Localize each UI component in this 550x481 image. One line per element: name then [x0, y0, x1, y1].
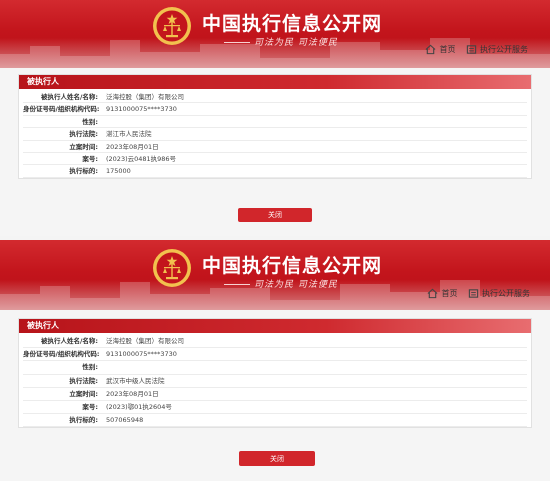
row-label: 案号: — [82, 154, 98, 163]
table-row: 被执行人姓名/名称: 泛海控股（集团）有限公司 — [23, 335, 527, 349]
nav-service-label: 执行公开服务 — [482, 289, 530, 298]
table-row: 案号: (2023)云0481执986号 — [23, 153, 527, 166]
row-value: 2023年08月01日 — [106, 389, 159, 398]
row-value: (2023)鄂01执2604号 — [106, 402, 172, 411]
site-header: 中国执行信息公开网 司法为民 司法便民 首页 执行公开服务 — [0, 240, 550, 310]
site-title: 中国执行信息公开网 — [202, 13, 383, 35]
row-value: 9131000075****3730 — [106, 350, 177, 359]
row-label: 案号: — [82, 402, 98, 411]
top-nav: 首页 执行公开服务 — [419, 288, 530, 301]
screen-bottom: 中国执行信息公开网 司法为民 司法便民 首页 执行公开服务 被执行人 被执行人姓… — [0, 240, 550, 481]
table-row: 案号: (2023)鄂01执2604号 — [23, 401, 527, 415]
row-label: 身份证号码/组织机构代码: — [23, 105, 100, 114]
row-label: 立案时间: — [69, 389, 98, 398]
row-value — [101, 116, 527, 127]
table-row: 执行标的: 175000 — [23, 165, 527, 178]
row-label: 身份证号码/组织机构代码: — [23, 350, 100, 359]
nav-service[interactable]: 执行公开服务 — [466, 44, 528, 55]
site-title: 中国执行信息公开网 — [202, 255, 383, 277]
service-icon — [466, 45, 477, 54]
row-label: 性别: — [82, 117, 98, 126]
row-value: 泛海控股（集团）有限公司 — [106, 337, 184, 345]
table-row: 立案时间: 2023年08月01日 — [23, 141, 527, 153]
info-table: 被执行人姓名/名称: 泛海控股（集团）有限公司 身份证号码/组织机构代码: 9131… — [19, 89, 531, 178]
row-value: (2023)云0481执986号 — [106, 154, 177, 163]
row-label: 被执行人姓名/名称: — [41, 337, 98, 345]
table-row: 身份证号码/组织机构代码: 9131000075****3730 — [23, 103, 527, 116]
nav-service[interactable]: 执行公开服务 — [468, 288, 530, 299]
site-header: 中国执行信息公开网 司法为民 司法便民 首页 执行公开服务 — [0, 0, 550, 68]
table-row: 执行法院: 湛江市人民法院 — [23, 128, 527, 141]
table-row: 性别: — [23, 116, 527, 129]
section-title: 被执行人 — [19, 319, 531, 333]
row-label: 立案时间: — [69, 142, 98, 151]
row-label: 执行法院: — [69, 130, 98, 139]
row-label: 执行法院: — [69, 376, 98, 385]
nav-home[interactable]: 首页 — [425, 44, 455, 55]
table-row: 身份证号码/组织机构代码: 9131000075****3730 — [23, 348, 527, 362]
row-value: 9131000075****3730 — [106, 105, 177, 114]
slogan-divider — [224, 284, 250, 285]
table-row: 性别: — [23, 361, 527, 375]
nav-service-label: 执行公开服务 — [480, 45, 528, 54]
table-row: 立案时间: 2023年08月01日 — [23, 388, 527, 401]
home-icon — [428, 288, 438, 299]
row-value: 湛江市人民法院 — [106, 130, 152, 139]
row-label: 执行标的: — [69, 167, 98, 176]
nav-home-label: 首页 — [441, 289, 458, 298]
row-value — [101, 361, 527, 373]
close-button[interactable]: 关闭 — [238, 208, 312, 222]
table-row: 执行标的: 507065948 — [23, 414, 527, 428]
screen-top: 中国执行信息公开网 司法为民 司法便民 首页 执行公开服务 被执行人 被执行人姓… — [0, 0, 550, 236]
result-card: 被执行人 被执行人姓名/名称: 泛海控股（集团）有限公司 身份证号码/组织机构代码… — [18, 74, 532, 179]
service-icon — [468, 289, 479, 298]
section-title: 被执行人 — [19, 75, 531, 89]
site-slogan: 司法为民 司法便民 — [224, 277, 338, 290]
row-value: 武汉市中级人民法院 — [106, 376, 165, 385]
nav-home-label: 首页 — [439, 45, 456, 54]
close-button[interactable]: 关闭 — [239, 451, 315, 466]
row-value: 175000 — [106, 167, 131, 176]
slogan-text: 司法为民 司法便民 — [254, 280, 338, 290]
table-row: 执行法院: 武汉市中级人民法院 — [23, 375, 527, 388]
info-table: 被执行人姓名/名称: 泛海控股（集团）有限公司 身份证号码/组织机构代码: 9131… — [19, 333, 531, 428]
court-emblem-icon — [153, 249, 191, 287]
row-label: 执行标的: — [69, 416, 98, 425]
home-icon — [426, 44, 436, 55]
row-value: 507065948 — [106, 416, 144, 425]
row-label: 性别: — [82, 363, 98, 372]
site-slogan: 司法为民 司法便民 — [224, 35, 338, 48]
slogan-text: 司法为民 司法便民 — [254, 38, 338, 48]
row-value: 泛海控股（集团）有限公司 — [106, 93, 184, 101]
table-row: 被执行人姓名/名称: 泛海控股（集团）有限公司 — [23, 91, 527, 104]
result-card: 被执行人 被执行人姓名/名称: 泛海控股（集团）有限公司 身份证号码/组织机构代码… — [18, 318, 532, 429]
row-value: 2023年08月01日 — [106, 142, 159, 151]
slogan-divider — [224, 42, 250, 43]
row-label: 被执行人姓名/名称: — [41, 93, 98, 101]
top-nav: 首页 执行公开服务 — [417, 44, 528, 57]
court-emblem-icon — [153, 7, 191, 45]
nav-home[interactable]: 首页 — [427, 288, 457, 299]
